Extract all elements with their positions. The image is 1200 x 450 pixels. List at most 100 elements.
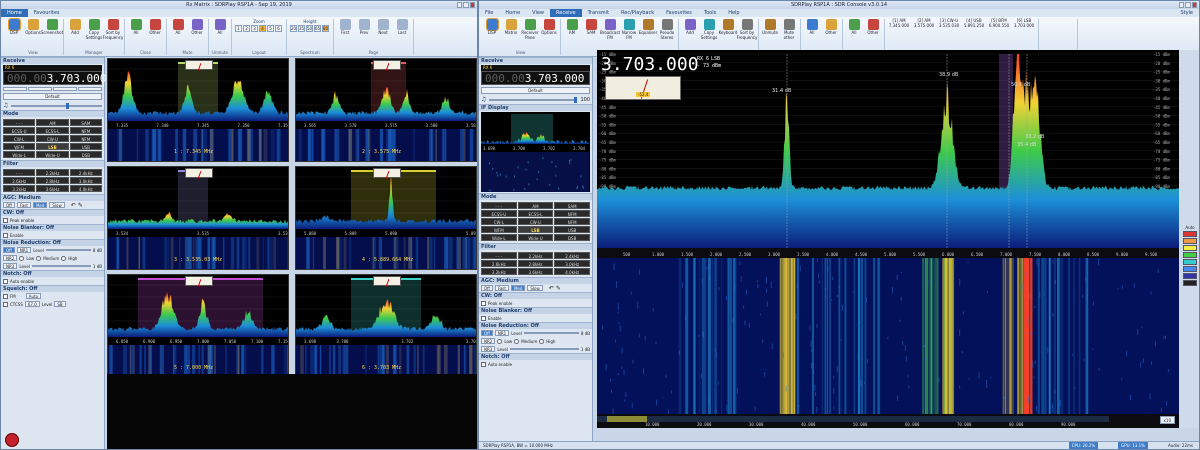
- first-page-button[interactable]: First: [337, 19, 353, 36]
- filter-4-0khz-button[interactable]: 4.0kHz: [554, 268, 590, 275]
- mode-usb-button[interactable]: USB: [554, 226, 590, 233]
- nr3-level-slider[interactable]: [509, 348, 579, 350]
- vfo-swap-button[interactable]: [53, 87, 77, 91]
- frequency-display[interactable]: 000.003.703.000: [3, 71, 106, 85]
- minimize-button[interactable]: [1179, 2, 1185, 8]
- matrix-button[interactable]: Matrix: [503, 19, 519, 36]
- zoom-2-button[interactable]: 2: [243, 25, 250, 32]
- rx-cell-2[interactable]: 3.565 3.570 3.575 3.580 3.585 2 : 3.575 MHz: [295, 58, 477, 162]
- nr1-button[interactable]: NR1: [494, 330, 510, 336]
- filter-2-6khz-button[interactable]: 2.6kHz: [481, 260, 517, 267]
- volume-slider[interactable]: [11, 102, 102, 109]
- vfo-a-button[interactable]: [3, 87, 27, 91]
- ctcss-checkbox[interactable]: [3, 301, 8, 307]
- mode-sam-button[interactable]: SAM: [554, 202, 590, 209]
- equaliser-button[interactable]: Equaliser: [639, 19, 657, 36]
- zoom-select[interactable]: x10: [1159, 416, 1175, 424]
- main-frequency-readout[interactable]: 3.703.000: [601, 54, 699, 75]
- main-waterfall[interactable]: [597, 258, 1179, 414]
- agc-fast-button[interactable]: Fast: [494, 285, 509, 291]
- edit-icon[interactable]: ✎: [556, 285, 561, 292]
- tab-favourites[interactable]: Favourites: [28, 9, 66, 17]
- mode-nfm-button[interactable]: NFM: [69, 135, 102, 142]
- broadcast-fm-button[interactable]: Broadcast FM: [600, 19, 620, 40]
- sort-by-frequency-button[interactable]: Sort by Frequency: [737, 19, 757, 40]
- mode-am-button[interactable]: AM: [517, 202, 554, 209]
- nr3-button[interactable]: NR3: [481, 346, 496, 352]
- filter-4-0khz-button[interactable]: 4.0kHz: [69, 185, 102, 192]
- agc-off-button[interactable]: Off: [481, 285, 493, 291]
- palette-swatch[interactable]: [1183, 280, 1197, 286]
- prev-page-button[interactable]: Prev: [356, 19, 372, 36]
- palette-swatch[interactable]: [1183, 238, 1197, 244]
- zoom-6-button[interactable]: 6: [275, 25, 282, 32]
- speaker-icon[interactable]: ♫: [3, 102, 8, 109]
- copy-settings-button[interactable]: Copy Settings: [86, 19, 102, 40]
- notch-auto-checkbox[interactable]: [3, 278, 8, 284]
- rx-cell-4[interactable]: 5.888 5.889 5.890 5.892 4 : 5.889.664 MHz: [295, 166, 477, 270]
- all-button[interactable]: All: [804, 19, 820, 36]
- nr-level-slider[interactable]: [45, 249, 91, 251]
- filter-2-2khz-button[interactable]: 2.2kHz: [36, 169, 69, 176]
- am-button[interactable]: AM: [564, 19, 580, 36]
- mode-cw-u-button[interactable]: CW-U: [517, 218, 554, 225]
- next-page-button[interactable]: Next: [375, 19, 391, 36]
- tab-home[interactable]: Home: [1, 9, 28, 17]
- mode-wide-l-button[interactable]: Wide-L: [3, 151, 36, 158]
- mute-other-button[interactable]: Mute other: [781, 19, 797, 40]
- if-display[interactable]: 3.698 3.700 3.702 3.704: [481, 112, 590, 192]
- mode-ecss-u-button[interactable]: ECSS-U: [3, 127, 36, 134]
- maximize-button[interactable]: [463, 2, 469, 8]
- narrow-fm-button[interactable]: Narrow FM: [621, 19, 637, 40]
- receiver-1-button[interactable]: [1] AM 7.345.000: [888, 18, 910, 28]
- tab-transmit[interactable]: Transmit: [582, 9, 615, 17]
- mode-dsb-button[interactable]: DSB: [554, 234, 590, 241]
- close-button[interactable]: [1191, 2, 1197, 8]
- nb-enable-checkbox[interactable]: [3, 232, 8, 238]
- mode-wide-l-button[interactable]: Wide-L: [481, 234, 517, 241]
- keyboard-button[interactable]: Keyboard: [719, 19, 737, 36]
- cw-peak-checkbox[interactable]: [3, 217, 8, 223]
- minimize-button[interactable]: [457, 2, 463, 8]
- receiver-5-button[interactable]: [5] BFM 6.900.550: [988, 18, 1010, 28]
- filter-item-button[interactable]: - - -: [3, 169, 36, 176]
- agc-slow-button[interactable]: Slow: [527, 285, 543, 291]
- mode-ecss-l-button[interactable]: ECSS-L: [517, 210, 554, 217]
- dsp-button[interactable]: DSP: [484, 18, 500, 36]
- mode-nfm-button[interactable]: NFM: [69, 127, 102, 134]
- squelch-auto-button[interactable]: Auto: [25, 293, 42, 299]
- nr2-high-radio[interactable]: [61, 255, 67, 261]
- mode-usb-button[interactable]: USB: [69, 143, 102, 150]
- zoom-4-button[interactable]: 4: [259, 25, 266, 32]
- nr2-button[interactable]: NR2: [481, 338, 496, 344]
- receiver-3-button[interactable]: [3] CW-U 3.535.030: [938, 18, 960, 28]
- other-button[interactable]: Other: [823, 19, 839, 36]
- frequency-display[interactable]: 000.003.703.000: [481, 71, 590, 85]
- zoom-1-button[interactable]: 1: [235, 25, 242, 32]
- filter-2-8khz-button[interactable]: 2.8kHz: [517, 260, 554, 267]
- nr-off-button[interactable]: Off: [3, 247, 15, 253]
- height-65-button[interactable]: 65: [314, 25, 321, 32]
- agc-off-button[interactable]: Off: [3, 202, 15, 208]
- receiver-4-button[interactable]: [4] USB 5.891.250: [963, 18, 985, 28]
- preset-dropdown[interactable]: Default: [481, 87, 590, 94]
- rx-cell-6[interactable]: 3.698 3.700 3.702 3.704 6 : 3.703 MHz: [295, 274, 477, 378]
- zoom-5-button[interactable]: 5: [267, 25, 274, 32]
- rx-cell-1[interactable]: 7.335 7.340 7.345 7.350 7.355 1 : 7.345 MHz: [107, 58, 289, 162]
- tab-receive[interactable]: Receive: [550, 9, 582, 17]
- mode-ecss-u-button[interactable]: ECSS-U: [481, 210, 517, 217]
- filter-3-2khz-button[interactable]: 3.2kHz: [481, 268, 517, 275]
- add-button[interactable]: Add: [682, 19, 698, 36]
- undo-icon[interactable]: ↶: [71, 202, 76, 209]
- palette-swatch[interactable]: [1183, 252, 1197, 258]
- cw-peak-checkbox[interactable]: [481, 300, 486, 306]
- style-menu[interactable]: Style: [1180, 9, 1199, 17]
- mode-wide-u-button[interactable]: Wide-U: [36, 151, 69, 158]
- nr2-high-radio[interactable]: [539, 338, 545, 344]
- height-80-button[interactable]: 80: [322, 25, 329, 32]
- options-button[interactable]: Options: [25, 19, 41, 36]
- receiver-6-button[interactable]: [6] LSB 3.703.000: [1013, 18, 1035, 28]
- nr3-button[interactable]: NR3: [3, 263, 18, 269]
- mode-lsb-button[interactable]: LSB: [517, 226, 554, 233]
- agc-fast-button[interactable]: Fast: [16, 202, 31, 208]
